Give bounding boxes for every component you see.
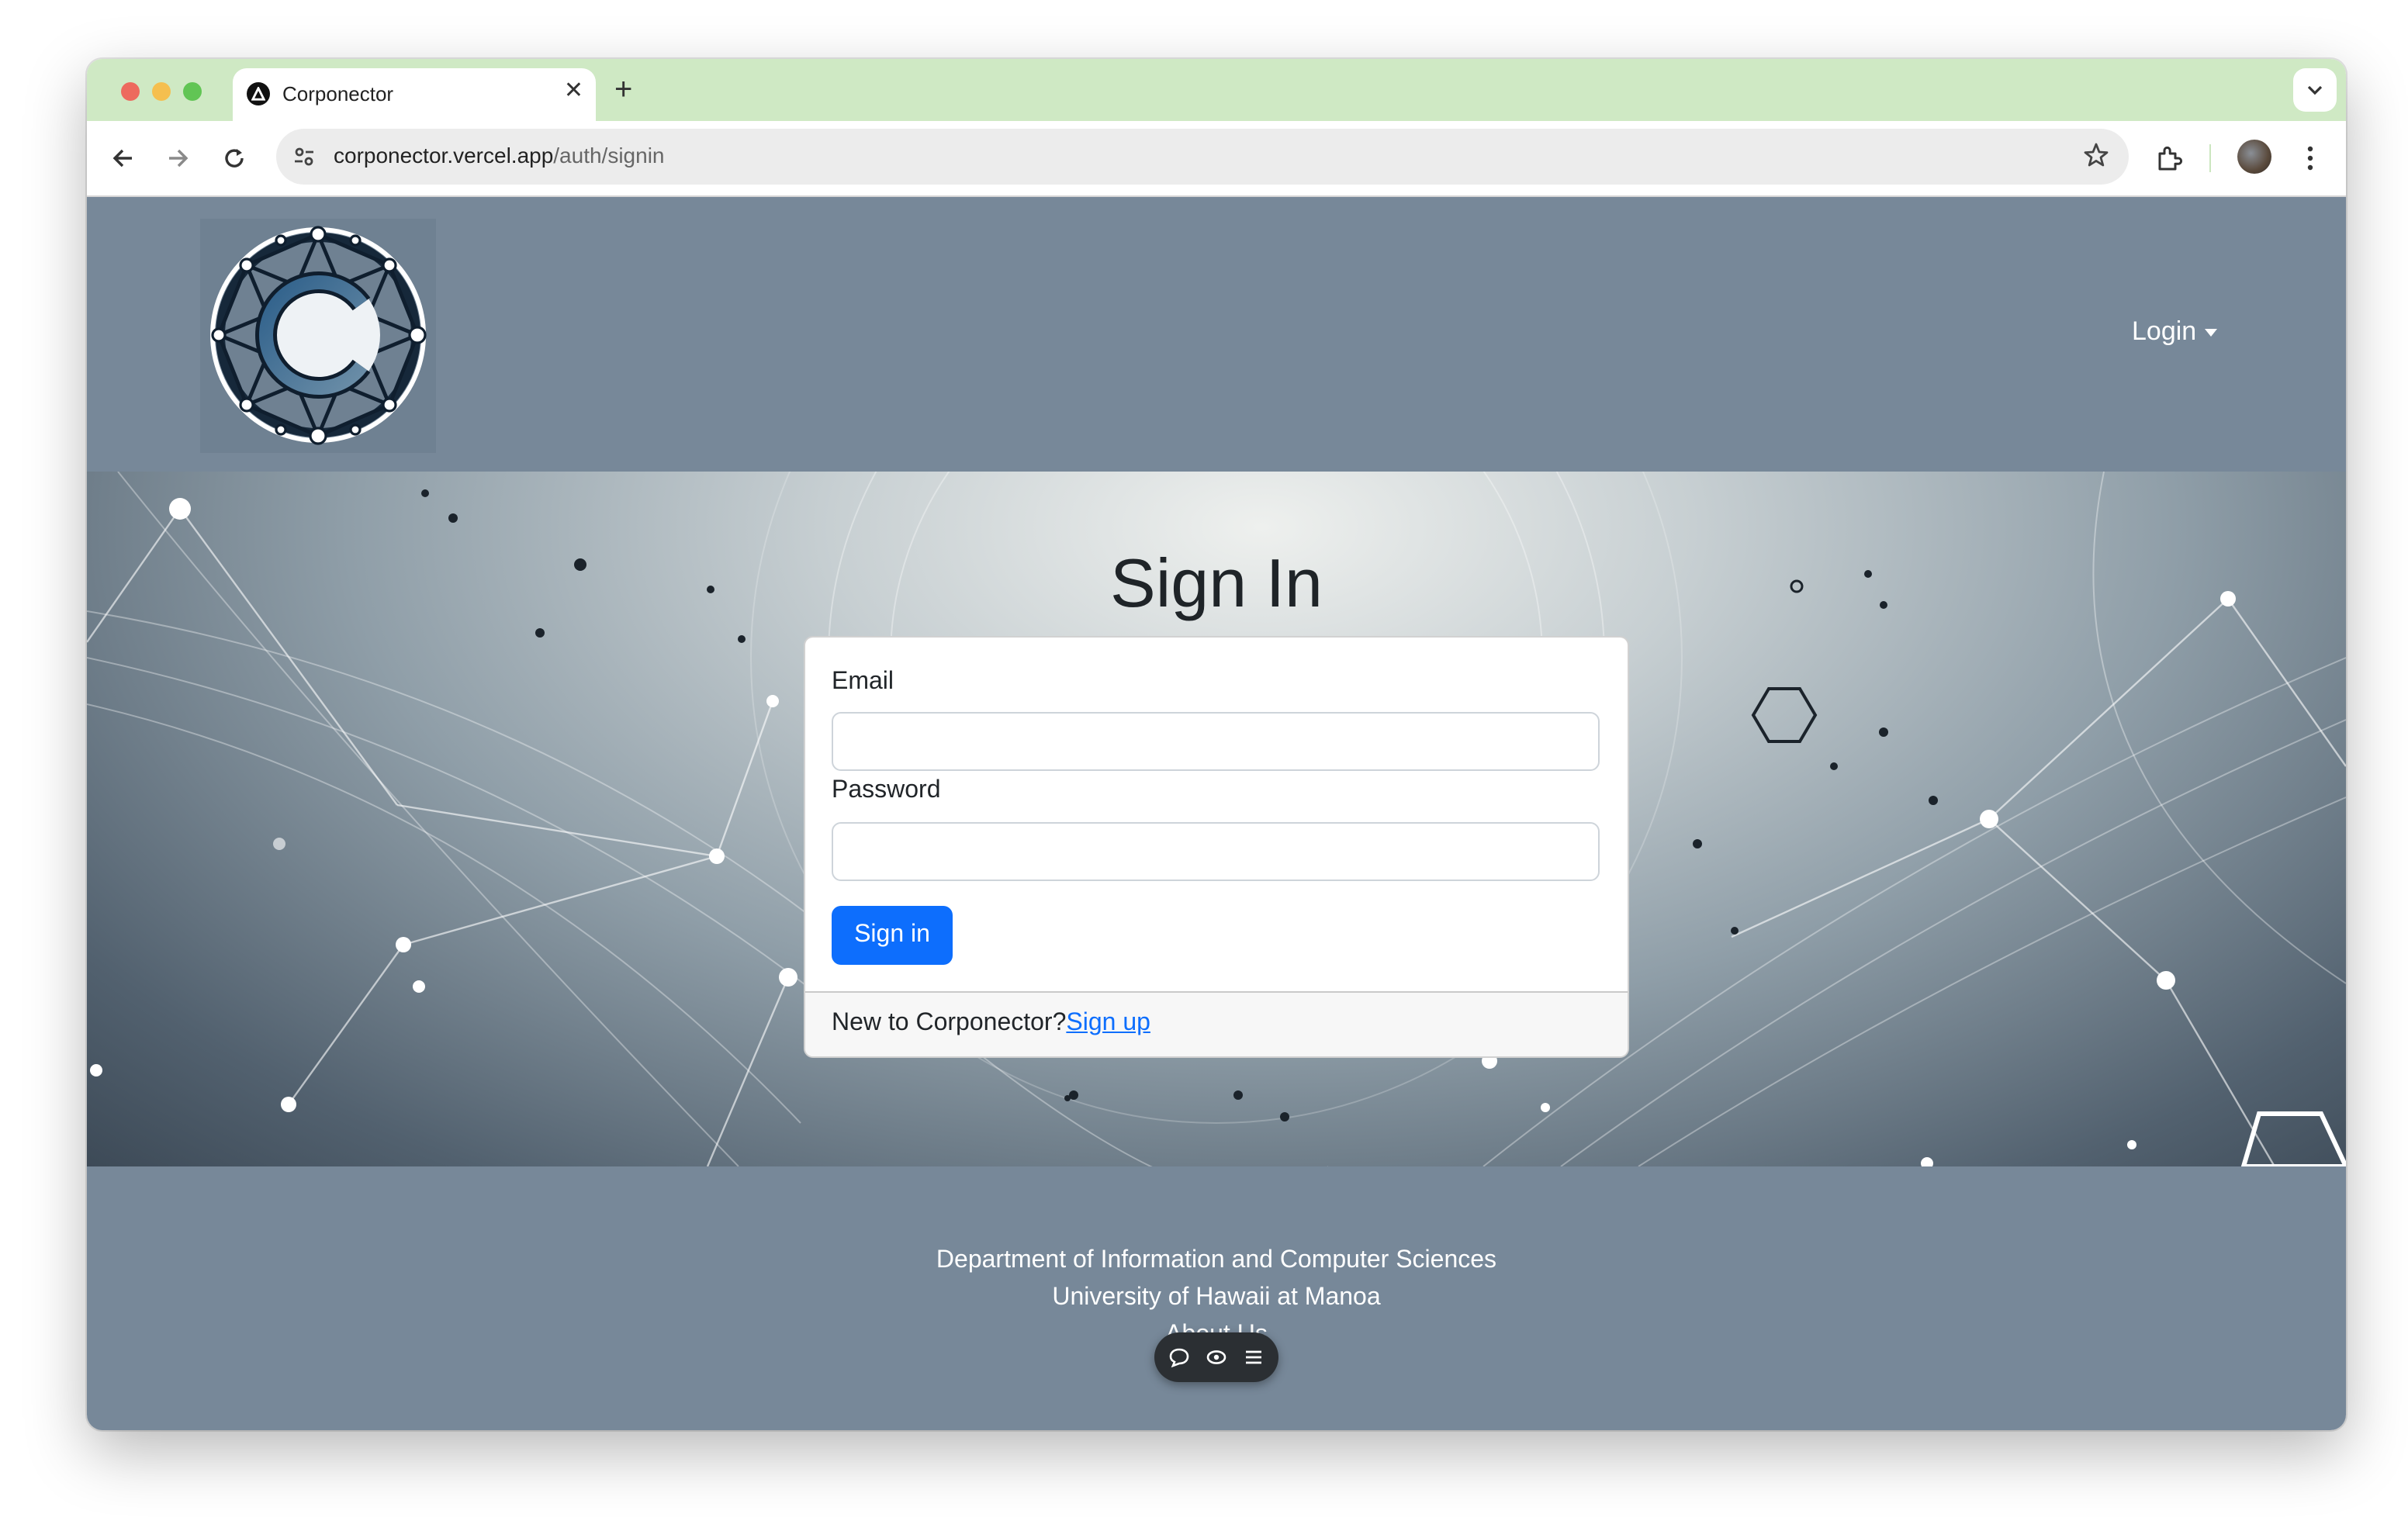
address-bar[interactable]: corponector.vercel.app/auth/signin — [276, 129, 2129, 185]
new-tab-icon[interactable]: + — [614, 71, 632, 109]
footer-department: Department of Information and Computer S… — [936, 1247, 1497, 1274]
eye-icon[interactable] — [1204, 1345, 1229, 1370]
browser-toolbar: corponector.vercel.app/auth/signin — [87, 121, 2346, 197]
site-settings-icon[interactable] — [289, 141, 320, 172]
signin-card-footer: New to Corponector?Sign up — [805, 991, 1628, 1056]
maximize-window-button[interactable] — [183, 82, 202, 101]
site-favicon-icon — [247, 82, 270, 105]
signin-hero: Sign In Email Password Sign in New to Co… — [87, 472, 2346, 1166]
forward-arrow-icon[interactable] — [160, 140, 197, 177]
floating-toolbar — [1154, 1332, 1278, 1382]
tab-title: Corponector — [282, 82, 394, 105]
sign-up-link[interactable]: Sign up — [1066, 1010, 1150, 1036]
profile-avatar[interactable] — [2237, 140, 2271, 174]
chevron-down-icon — [2307, 85, 2323, 95]
bookmark-star-icon[interactable] — [2082, 141, 2110, 177]
site-navbar: Login — [87, 197, 2346, 472]
minimize-window-button[interactable] — [152, 82, 171, 101]
tab-search-button[interactable] — [2293, 68, 2337, 112]
close-window-button[interactable] — [121, 82, 140, 101]
active-tab[interactable]: Corponector ✕ — [233, 68, 596, 121]
tab-strip: Corponector ✕ + — [87, 59, 2346, 121]
password-input[interactable] — [832, 822, 1600, 881]
close-tab-icon[interactable]: ✕ — [564, 78, 583, 105]
login-label: Login — [2132, 316, 2197, 346]
menu-lines-icon[interactable] — [1241, 1345, 1266, 1370]
toolbar-divider — [2209, 144, 2211, 172]
browser-window: Corponector ✕ + corponector.vercel.app/a… — [87, 59, 2346, 1430]
email-input[interactable] — [832, 712, 1600, 771]
corponector-logo[interactable] — [200, 219, 436, 453]
extensions-puzzle-icon[interactable] — [2150, 140, 2188, 177]
back-arrow-icon[interactable] — [104, 140, 141, 177]
password-label: Password — [832, 777, 941, 804]
login-dropdown[interactable]: Login — [2132, 316, 2217, 347]
comment-icon[interactable] — [1167, 1345, 1192, 1370]
footer-university: University of Hawaii at Manoa — [1052, 1284, 1381, 1311]
email-label: Email — [832, 669, 894, 695]
reload-icon[interactable] — [216, 140, 253, 177]
signin-form-card: Email Password Sign in New to Corponecto… — [804, 636, 1629, 1058]
new-user-text: New to Corponector? — [832, 1010, 1067, 1036]
site-footer: Department of Information and Computer S… — [87, 1166, 2346, 1430]
signin-heading: Sign In — [1110, 546, 1323, 622]
caret-down-icon — [2204, 329, 2217, 337]
sign-in-button[interactable]: Sign in — [832, 906, 953, 965]
url-text: corponector.vercel.app/auth/signin — [334, 143, 665, 168]
more-vertical-icon[interactable] — [2292, 140, 2329, 177]
